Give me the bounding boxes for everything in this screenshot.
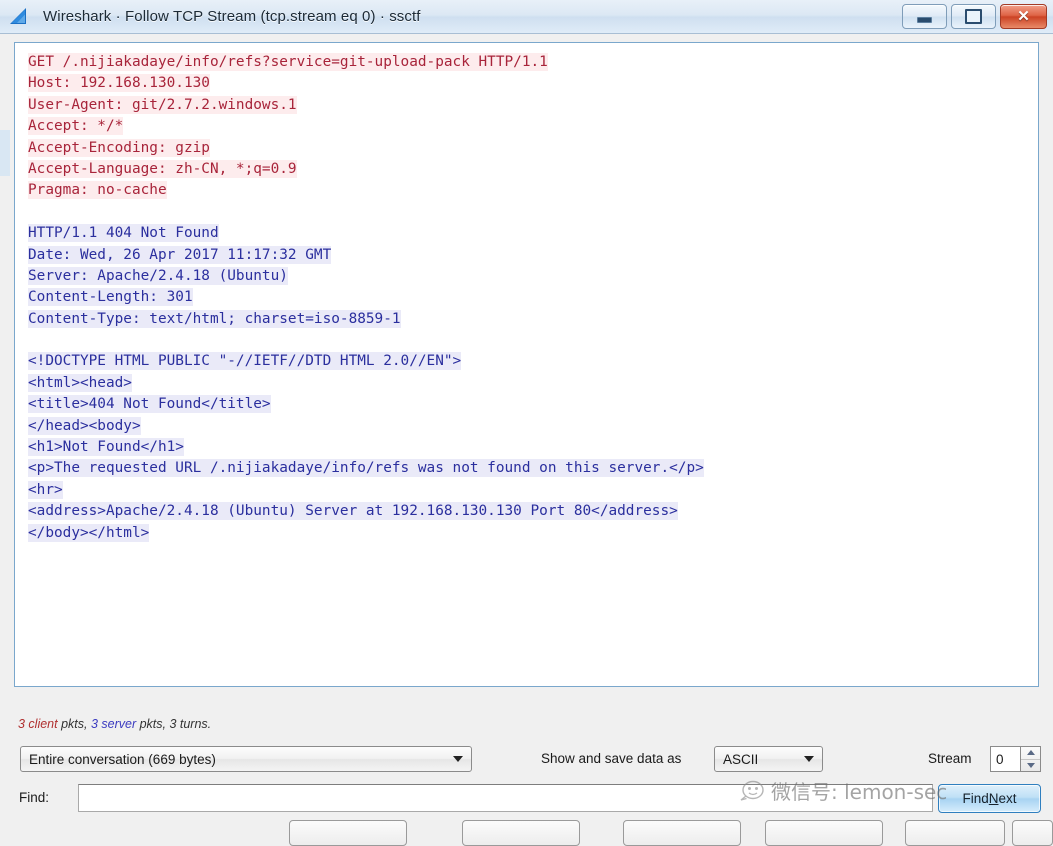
stream-line-server: <html><head> — [28, 373, 1038, 394]
dialog-body: GET /.nijiakadaye/info/refs?service=git-… — [0, 34, 1053, 846]
stream-line-server: <address>Apache/2.4.18 (Ubuntu) Server a… — [28, 501, 1038, 522]
stream-number-label: Stream — [928, 751, 972, 766]
stream-line-text: Host: 192.168.130.130 — [28, 74, 210, 93]
stream-line-blank — [28, 202, 1038, 223]
left-edge-artifact — [0, 130, 10, 176]
stream-line-text: <address>Apache/2.4.18 (Ubuntu) Server a… — [28, 502, 678, 521]
stream-line-client: Accept-Language: zh-CN, *;q=0.9 — [28, 159, 1038, 180]
stream-content-pane[interactable]: GET /.nijiakadaye/info/refs?service=git-… — [14, 42, 1039, 687]
stream-stats: 3 client pkts, 3 server pkts, 3 turns. — [18, 717, 211, 731]
stream-stepper-arrows — [1020, 746, 1041, 772]
client-packet-suffix: pkts, — [57, 717, 91, 731]
stream-line-server: Content-Length: 301 — [28, 287, 1038, 308]
wireshark-shark-fin-icon — [10, 7, 26, 24]
conversation-select-value: Entire conversation (669 bytes) — [29, 751, 216, 767]
stream-line-server: <h1>Not Found</h1> — [28, 437, 1038, 458]
stream-line-text: Server: Apache/2.4.18 (Ubuntu) — [28, 266, 288, 285]
find-next-suffix: ext — [998, 791, 1017, 806]
stream-line-blank — [28, 330, 1038, 351]
stream-line-client: GET /.nijiakadaye/info/refs?service=git-… — [28, 52, 1038, 73]
chevron-down-icon — [453, 756, 463, 762]
stream-line-text: <!DOCTYPE HTML PUBLIC "-//IETF//DTD HTML… — [28, 352, 462, 371]
stream-line-text: User-Agent: git/2.7.2.windows.1 — [28, 95, 297, 114]
stream-line-text: Content-Type: text/html; charset=iso-885… — [28, 309, 401, 328]
server-packet-suffix: pkts, 3 turns. — [136, 717, 212, 731]
chevron-down-icon — [804, 756, 814, 762]
conversation-select[interactable]: Entire conversation (669 bytes) — [20, 746, 472, 772]
data-format-select[interactable]: ASCII — [714, 746, 823, 772]
stream-line-text: Date: Wed, 26 Apr 2017 11:17:32 GMT — [28, 245, 332, 264]
find-input[interactable] — [78, 784, 933, 812]
show-save-data-as-label: Show and save data as — [541, 751, 682, 766]
stream-line-client: Host: 192.168.130.130 — [28, 73, 1038, 94]
stream-line-server: HTTP/1.1 404 Not Found — [28, 223, 1038, 244]
stream-line-server: Content-Type: text/html; charset=iso-885… — [28, 309, 1038, 330]
maximize-button[interactable] — [951, 4, 996, 29]
find-row: Find: Find Next — [0, 782, 1053, 816]
find-next-button[interactable]: Find Next — [938, 784, 1041, 813]
minimize-icon — [917, 16, 932, 23]
stream-line-text: HTTP/1.1 404 Not Found — [28, 224, 219, 243]
stream-text: GET /.nijiakadaye/info/refs?service=git-… — [15, 43, 1038, 544]
server-packet-count: 3 server — [90, 717, 137, 731]
bottom-button-6[interactable] — [1012, 820, 1053, 846]
stream-line-text: <p>The requested URL /.nijiakadaye/info/… — [28, 459, 704, 478]
stream-line-text: <hr> — [28, 480, 63, 499]
stream-line-text: Accept: */* — [28, 117, 124, 136]
stream-line-server: <p>The requested URL /.nijiakadaye/info/… — [28, 458, 1038, 479]
stream-line-server: Date: Wed, 26 Apr 2017 11:17:32 GMT — [28, 245, 1038, 266]
stream-line-text: <title>404 Not Found</title> — [28, 395, 271, 414]
stream-line-text: <html><head> — [28, 373, 132, 392]
stream-line-client: Accept: */* — [28, 116, 1038, 137]
stream-line-text: Accept-Language: zh-CN, *;q=0.9 — [28, 159, 297, 178]
stream-stepper-up[interactable] — [1021, 747, 1040, 760]
title-bar: Wireshark · Follow TCP Stream (tcp.strea… — [0, 0, 1053, 34]
stream-number-stepper[interactable]: 0 — [990, 746, 1041, 772]
bottom-button-row — [0, 820, 1053, 846]
stream-line-text: </head><body> — [28, 416, 141, 435]
window-title: Wireshark · Follow TCP Stream (tcp.strea… — [43, 8, 421, 25]
stream-line-server: <!DOCTYPE HTML PUBLIC "-//IETF//DTD HTML… — [28, 351, 1038, 372]
close-icon: ✕ — [1017, 8, 1030, 25]
maximize-icon — [965, 9, 982, 24]
bottom-button-4[interactable] — [765, 820, 883, 846]
stream-line-server: </head><body> — [28, 416, 1038, 437]
stream-line-text: </body></html> — [28, 523, 150, 542]
stream-stepper-down[interactable] — [1021, 760, 1040, 772]
stream-line-server: Server: Apache/2.4.18 (Ubuntu) — [28, 266, 1038, 287]
find-next-accel: N — [988, 791, 999, 806]
stream-line-server: <hr> — [28, 480, 1038, 501]
follow-tcp-stream-dialog: Wireshark · Follow TCP Stream (tcp.strea… — [0, 0, 1053, 846]
stream-line-client: Pragma: no-cache — [28, 180, 1038, 201]
bottom-button-3[interactable] — [623, 820, 741, 846]
stream-line-text: GET /.nijiakadaye/info/refs?service=git-… — [28, 53, 548, 71]
spin-up-icon — [1026, 750, 1035, 756]
stream-line-client: User-Agent: git/2.7.2.windows.1 — [28, 95, 1038, 116]
stream-line-server: <title>404 Not Found</title> — [28, 394, 1038, 415]
stream-line-client: Accept-Encoding: gzip — [28, 138, 1038, 159]
stream-line-text: Content-Length: 301 — [28, 288, 193, 307]
client-packet-count: 3 client — [18, 717, 58, 731]
close-button[interactable]: ✕ — [1000, 4, 1047, 29]
stream-line-text: <h1>Not Found</h1> — [28, 438, 184, 457]
spin-down-icon — [1026, 762, 1035, 768]
stream-line-text: Pragma: no-cache — [28, 181, 167, 200]
window-controls: ✕ — [902, 4, 1047, 29]
data-format-select-value: ASCII — [723, 751, 759, 767]
stream-number-value[interactable]: 0 — [990, 746, 1020, 772]
stream-line-text: Accept-Encoding: gzip — [28, 138, 210, 157]
bottom-button-1[interactable] — [289, 820, 407, 846]
minimize-button[interactable] — [902, 4, 947, 29]
stream-line-server: </body></html> — [28, 523, 1038, 544]
find-next-prefix: Find — [962, 791, 989, 806]
bottom-button-5[interactable] — [905, 820, 1005, 846]
controls-row: Entire conversation (669 bytes) Show and… — [0, 740, 1053, 778]
bottom-button-2[interactable] — [462, 820, 580, 846]
